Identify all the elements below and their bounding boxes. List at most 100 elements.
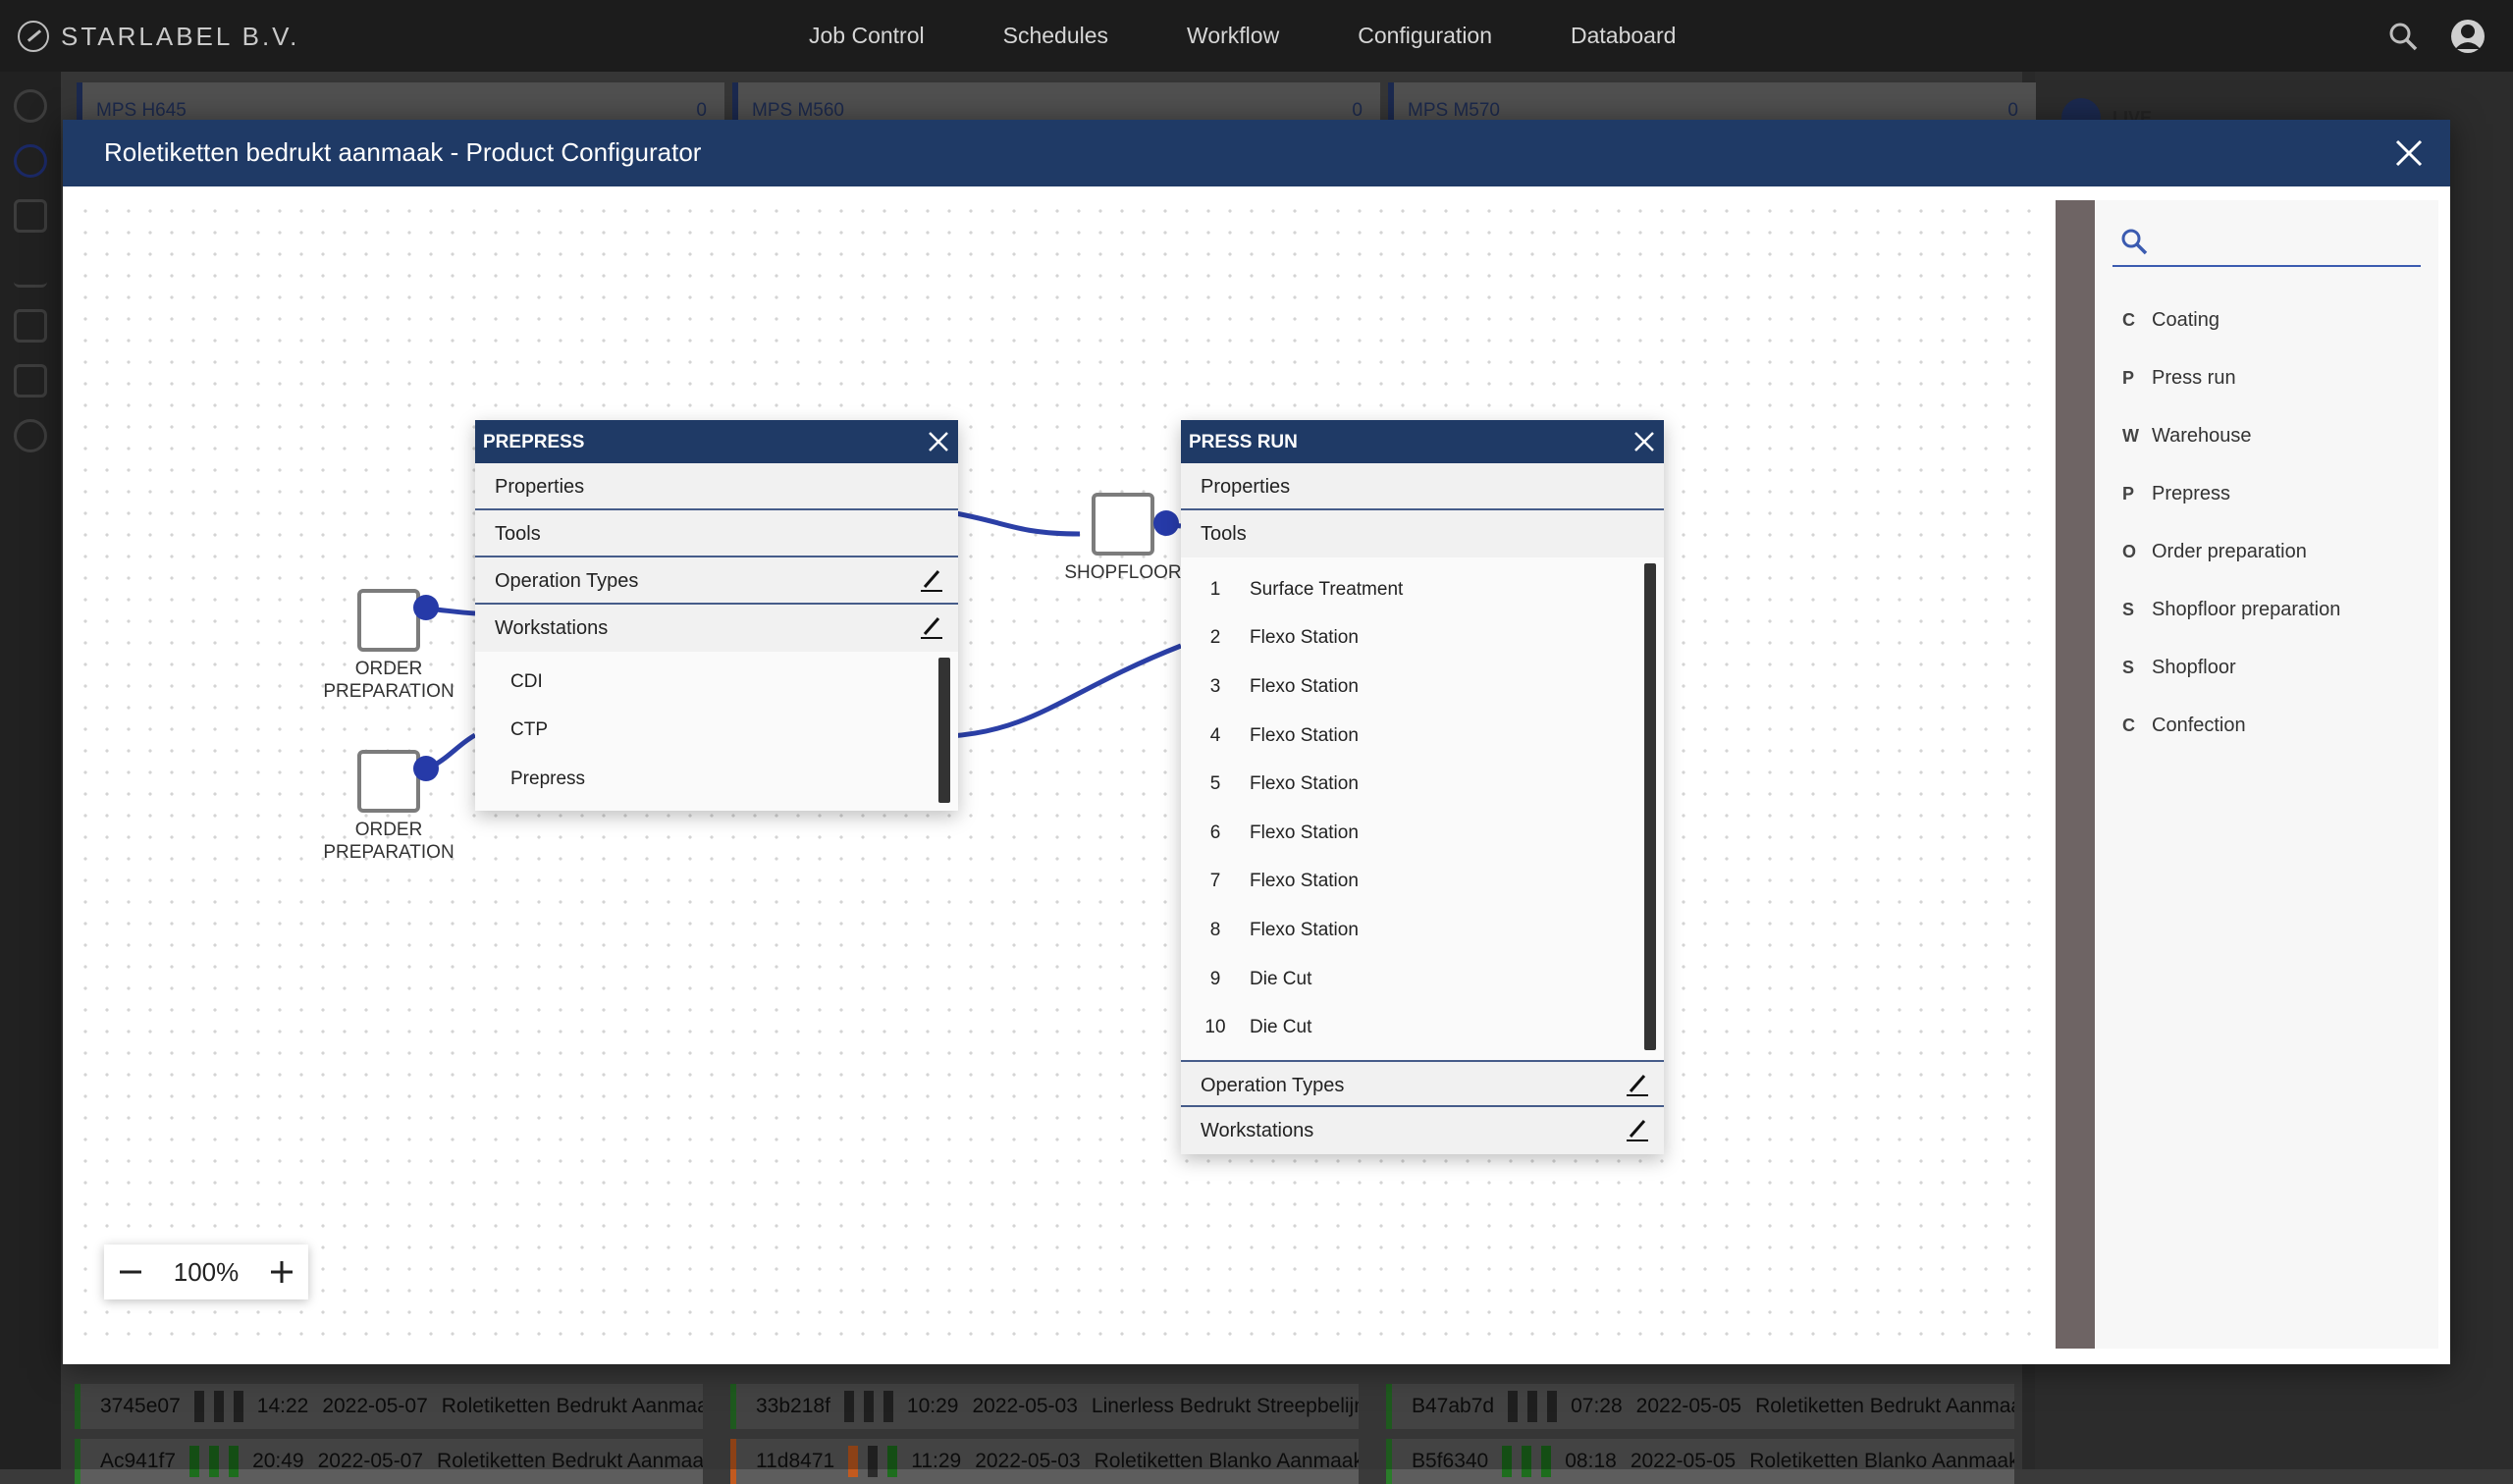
connection-port[interactable] — [413, 595, 439, 620]
workstations-section[interactable]: Workstations — [475, 605, 958, 652]
tool-item[interactable]: 8 Flexo Station — [1181, 906, 1664, 955]
palette-item-press-run[interactable]: P Press run — [2122, 358, 2236, 398]
edit-pencil-icon[interactable] — [919, 614, 944, 640]
close-panel-icon[interactable] — [1632, 430, 1656, 453]
palette-item-warehouse[interactable]: W Warehouse — [2122, 416, 2252, 455]
palette-search-input[interactable] — [2162, 224, 2417, 261]
palette-item-label: Prepress — [2152, 482, 2231, 504]
tool-number: 10 — [1204, 1017, 1226, 1038]
palette-item-label: Confection — [2152, 714, 2246, 736]
connection-port[interactable] — [1153, 510, 1179, 536]
node-box[interactable] — [1092, 493, 1154, 556]
panel-header[interactable]: PREPRESS — [475, 420, 958, 463]
edit-pencil-icon[interactable] — [919, 567, 944, 593]
modal-header: Roletiketten bedrukt aanmaak - Product C… — [63, 120, 2450, 186]
tool-item[interactable]: 7 Flexo Station — [1181, 858, 1664, 907]
palette-item-letter: S — [2122, 657, 2135, 677]
minus-icon — [120, 1270, 141, 1274]
tool-item[interactable]: 1 Surface Treatment — [1181, 565, 1664, 614]
palette-item-prepress[interactable]: P Prepress — [2122, 474, 2230, 513]
properties-section[interactable]: Properties — [475, 463, 958, 510]
nav-databoard[interactable]: Databoard — [1571, 23, 1676, 49]
palette-item-coating[interactable]: C Coating — [2122, 300, 2219, 340]
tool-name: Flexo Station — [1250, 773, 1359, 795]
tool-name: Flexo Station — [1250, 822, 1359, 843]
edit-pencil-icon[interactable] — [1625, 1117, 1650, 1142]
modal-title: Roletiketten bedrukt aanmaak - Product C… — [104, 137, 702, 167]
workflow-canvas[interactable]: ORDER PREPARATION ORDER PREPARATION SHOP… — [75, 200, 2044, 1349]
palette-item-shopfloor[interactable]: S Shopfloor — [2122, 648, 2236, 687]
scrollbar[interactable] — [1644, 563, 1656, 1050]
nav-schedules[interactable]: Schedules — [1003, 23, 1108, 49]
press-run-panel[interactable]: PRESS RUN Properties Tools 1 Surface Trea… — [1181, 420, 1664, 1154]
order-preparation-node[interactable]: ORDER PREPARATION — [300, 750, 477, 864]
main-nav: Job Control Schedules Workflow Configura… — [785, 0, 1676, 72]
global-search-icon[interactable] — [2383, 17, 2423, 56]
nav-configuration[interactable]: Configuration — [1358, 23, 1492, 49]
order-preparation-node[interactable]: ORDER PREPARATION — [300, 589, 477, 703]
tool-number: 5 — [1209, 773, 1221, 795]
workstation-label: CTP — [510, 719, 548, 741]
plus-icon — [271, 1261, 293, 1283]
connection-line[interactable] — [949, 643, 1182, 739]
top-navigation-bar: STARLABEL B.V. Job Control Schedules Wor… — [0, 0, 2513, 72]
section-label: Workstations — [1201, 1120, 1314, 1141]
section-label: Properties — [495, 476, 585, 498]
nav-job-control[interactable]: Job Control — [809, 23, 925, 49]
close-modal-button[interactable] — [2389, 133, 2429, 173]
palette-item-label: Coating — [2152, 308, 2219, 331]
close-icon — [2395, 139, 2423, 167]
workstation-label: CDI — [510, 670, 543, 692]
operation-types-section[interactable]: Operation Types — [1181, 1060, 1664, 1107]
nav-workflow[interactable]: Workflow — [1187, 23, 1279, 49]
workstation-item[interactable]: CTP — [475, 707, 958, 756]
panel-header[interactable]: PRESS RUN — [1181, 420, 1664, 463]
close-panel-icon[interactable] — [927, 430, 950, 453]
scrollbar[interactable] — [938, 658, 950, 803]
search-icon — [2121, 229, 2148, 255]
brand-name: STARLABEL B.V. — [61, 21, 300, 51]
palette-item-label: Press run — [2152, 366, 2236, 389]
tools-section[interactable]: Tools — [475, 510, 958, 557]
tool-item[interactable]: 3 Flexo Station — [1181, 662, 1664, 712]
brand[interactable]: STARLABEL B.V. — [18, 20, 299, 53]
component-palette: C Coating P Press run W Warehouse P Prepress… — [2095, 200, 2438, 1349]
palette-item-confection[interactable]: C Confection — [2122, 706, 2246, 745]
node-label: ORDER PREPARATION — [323, 659, 454, 702]
tool-item[interactable]: 2 Flexo Station — [1181, 614, 1664, 663]
palette-item-letter: S — [2122, 599, 2135, 619]
zoom-out-button[interactable] — [104, 1245, 157, 1299]
tool-item[interactable]: 10 Die Cut — [1181, 1003, 1664, 1052]
node-label: ORDER PREPARATION — [323, 820, 454, 863]
tool-item[interactable]: 4 Flexo Station — [1181, 712, 1664, 761]
node-box[interactable] — [357, 589, 420, 652]
tool-item[interactable]: 5 Flexo Station — [1181, 760, 1664, 809]
tool-item[interactable]: 9 Die Cut — [1181, 955, 1664, 1004]
prepress-panel[interactable]: PREPRESS Properties Tools Operation Type… — [475, 420, 958, 811]
palette-item-letter: W — [2122, 425, 2139, 446]
tools-section[interactable]: Tools — [1181, 510, 1664, 557]
palette-item-shopfloor-preparation[interactable]: S Shopfloor preparation — [2122, 590, 2340, 629]
palette-item-letter: O — [2122, 541, 2137, 561]
workstation-item[interactable]: Prepress — [475, 755, 958, 804]
zoom-control: 100% — [104, 1245, 308, 1299]
user-account-icon[interactable] — [2448, 17, 2487, 56]
tool-number: 9 — [1209, 968, 1221, 989]
workstations-section[interactable]: Workstations — [1181, 1107, 1664, 1154]
connection-port[interactable] — [413, 756, 439, 781]
properties-section[interactable]: Properties — [1181, 463, 1664, 510]
palette-item-label: Shopfloor preparation — [2152, 598, 2341, 620]
node-box[interactable] — [357, 750, 420, 813]
palette-divider — [2056, 200, 2095, 1349]
zoom-in-button[interactable] — [255, 1245, 308, 1299]
tool-name: Flexo Station — [1250, 724, 1359, 746]
palette-item-letter: C — [2122, 309, 2135, 330]
tool-item[interactable]: 6 Flexo Station — [1181, 809, 1664, 858]
edit-pencil-icon[interactable] — [1625, 1072, 1650, 1097]
workstation-item[interactable]: CDI — [475, 658, 958, 707]
section-label: Operation Types — [1201, 1075, 1345, 1096]
tool-name: Surface Treatment — [1250, 578, 1404, 600]
palette-item-order-preparation[interactable]: O Order preparation — [2122, 532, 2307, 571]
workstations-list: CDI CTP Prepress — [475, 652, 958, 811]
operation-types-section[interactable]: Operation Types — [475, 557, 958, 605]
